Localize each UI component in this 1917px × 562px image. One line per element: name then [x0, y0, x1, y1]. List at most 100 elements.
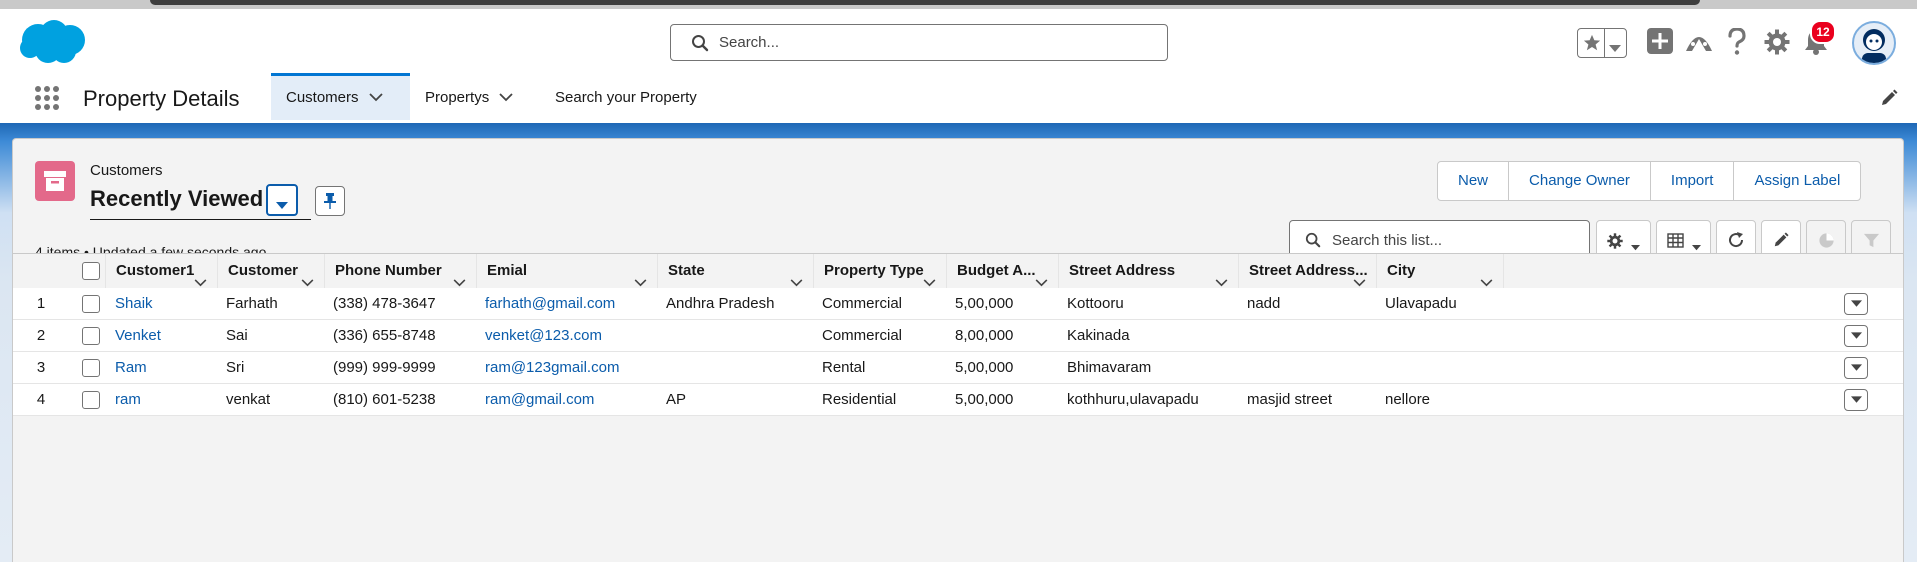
assign-label-button[interactable]: Assign Label [1733, 162, 1860, 200]
property-type-cell: Commercial [822, 327, 903, 344]
column-label: Customer [228, 262, 299, 279]
pencil-icon[interactable] [1880, 89, 1898, 112]
email-link[interactable]: venket@123.com [485, 320, 602, 351]
chevron-down-icon [276, 197, 288, 215]
table-row[interactable]: 2 Venket Sai (336) 655-8748 venket@123.c… [13, 320, 1903, 352]
row-checkbox[interactable] [82, 295, 100, 313]
column-header-street-address[interactable]: Street Address [1058, 254, 1238, 288]
customer1-link[interactable]: ram [115, 384, 141, 415]
customer1-link[interactable]: Venket [115, 320, 161, 351]
city-cell: Ulavapadu [1385, 295, 1457, 312]
chevron-down-icon[interactable] [368, 76, 383, 120]
tab-label: Customers [286, 89, 359, 106]
column-header-state[interactable]: State [657, 254, 813, 288]
row-actions-button[interactable] [1844, 357, 1868, 379]
row-checkbox[interactable] [82, 391, 100, 409]
phone-cell: (336) 655-8748 [333, 327, 436, 344]
browser-top-strip [0, 0, 1917, 9]
list-view-switcher-button[interactable] [266, 184, 298, 216]
row-number: 4 [36, 391, 46, 408]
tab-customers[interactable]: Customers [271, 73, 410, 120]
global-header: Search... 12 [0, 9, 1917, 73]
import-button[interactable]: Import [1649, 162, 1734, 200]
column-header-customer[interactable]: Customer [217, 254, 324, 288]
state-cell: AP [666, 391, 687, 408]
global-search-placeholder: Search... [719, 34, 780, 51]
chevron-down-icon[interactable] [499, 73, 513, 123]
global-search[interactable]: Search... [670, 24, 1168, 61]
row-number: 3 [36, 359, 46, 376]
phone-cell: (810) 601-5238 [333, 391, 436, 408]
tab-label: Propertys [425, 89, 490, 106]
gear-icon [1607, 233, 1623, 254]
table-icon [1667, 233, 1684, 253]
table-header: Customer1 Customer Phone Number Emial St… [13, 253, 1903, 289]
salesforce-cloud-logo[interactable] [18, 18, 90, 71]
column-header-budget[interactable]: Budget A... [946, 254, 1058, 288]
search-icon [1305, 232, 1321, 253]
trailhead-icon[interactable] [1684, 29, 1714, 60]
budget-cell: 5,00,000 [955, 295, 1014, 312]
street-address-cell: Kottooru [1067, 295, 1124, 312]
state-cell: Andhra Pradesh [666, 295, 775, 312]
column-header-street-address-2[interactable]: Street Address... [1238, 254, 1376, 288]
pin-list-view-button[interactable] [315, 186, 345, 216]
pencil-icon [1773, 232, 1789, 253]
app-name: Property Details [83, 86, 240, 111]
gear-icon[interactable] [1764, 29, 1790, 60]
row-checkbox[interactable] [82, 327, 100, 345]
change-owner-button[interactable]: Change Owner [1508, 162, 1650, 200]
customer1-link[interactable]: Shaik [115, 288, 153, 319]
customer1-link[interactable]: Ram [115, 352, 147, 383]
street-address-2-cell: nadd [1247, 295, 1281, 312]
column-header-emial[interactable]: Emial [476, 254, 657, 288]
street-address-cell: Bhimavaram [1067, 359, 1152, 376]
add-icon[interactable] [1647, 28, 1673, 59]
row-checkbox[interactable] [82, 359, 100, 377]
tab-search-your-property[interactable]: Search your Property [555, 73, 697, 121]
tab-propertys[interactable]: Propertys [425, 73, 513, 121]
column-label: Street Address... [1249, 262, 1368, 279]
chevron-down-icon [1851, 300, 1862, 307]
table-row[interactable]: 1 Shaik Farhath (338) 478-3647 farhath@g… [13, 288, 1903, 320]
help-icon[interactable] [1726, 27, 1748, 61]
table-row[interactable]: 4 ram venkat (810) 601-5238 ram@gmail.co… [13, 384, 1903, 416]
phone-cell: (338) 478-3647 [333, 295, 436, 312]
column-header-phone-number[interactable]: Phone Number [324, 254, 476, 288]
select-all-checkbox[interactable] [82, 262, 100, 280]
customer-cell: Sai [226, 327, 248, 344]
chevron-down-icon [1851, 332, 1862, 339]
chevron-down-icon [1851, 396, 1862, 403]
email-link[interactable]: farhath@gmail.com [485, 288, 615, 319]
row-actions-button[interactable] [1844, 293, 1868, 315]
column-header-customer1[interactable]: Customer1 [105, 254, 217, 288]
list-view-underline [90, 219, 311, 220]
row-actions-button[interactable] [1844, 389, 1868, 411]
new-button[interactable]: New [1438, 162, 1508, 200]
app-nav-bar: Property Details Customers Propertys Sea… [0, 73, 1917, 123]
column-label: Phone Number [335, 262, 442, 279]
browser-top-bar [150, 0, 1700, 5]
row-actions-button[interactable] [1844, 325, 1868, 347]
email-link[interactable]: ram@gmail.com [485, 384, 594, 415]
chart-icon [1818, 232, 1835, 254]
chevron-down-icon [1851, 364, 1862, 371]
avatar[interactable] [1852, 21, 1896, 65]
tab-label: Search your Property [555, 89, 697, 106]
pin-icon [323, 193, 337, 214]
app-launcher-icon[interactable] [34, 85, 60, 116]
list-view-name[interactable]: Recently Viewed [90, 186, 263, 212]
column-label: Street Address [1069, 262, 1176, 279]
column-header-actions [1503, 254, 1903, 288]
property-type-cell: Rental [822, 359, 866, 376]
street-address-cell: Kakinada [1067, 327, 1130, 344]
budget-cell: 5,00,000 [955, 391, 1014, 408]
property-type-cell: Commercial [822, 295, 903, 312]
column-header-property-type[interactable]: Property Type [813, 254, 946, 288]
table-row[interactable]: 3 Ram Sri (999) 999-9999 ram@123gmail.co… [13, 352, 1903, 384]
column-header-city[interactable]: City [1376, 254, 1503, 288]
email-link[interactable]: ram@123gmail.com [485, 352, 619, 383]
chevron-down-icon [1609, 40, 1621, 58]
column-label: City [1387, 262, 1416, 279]
favorites-button[interactable] [1577, 28, 1627, 58]
